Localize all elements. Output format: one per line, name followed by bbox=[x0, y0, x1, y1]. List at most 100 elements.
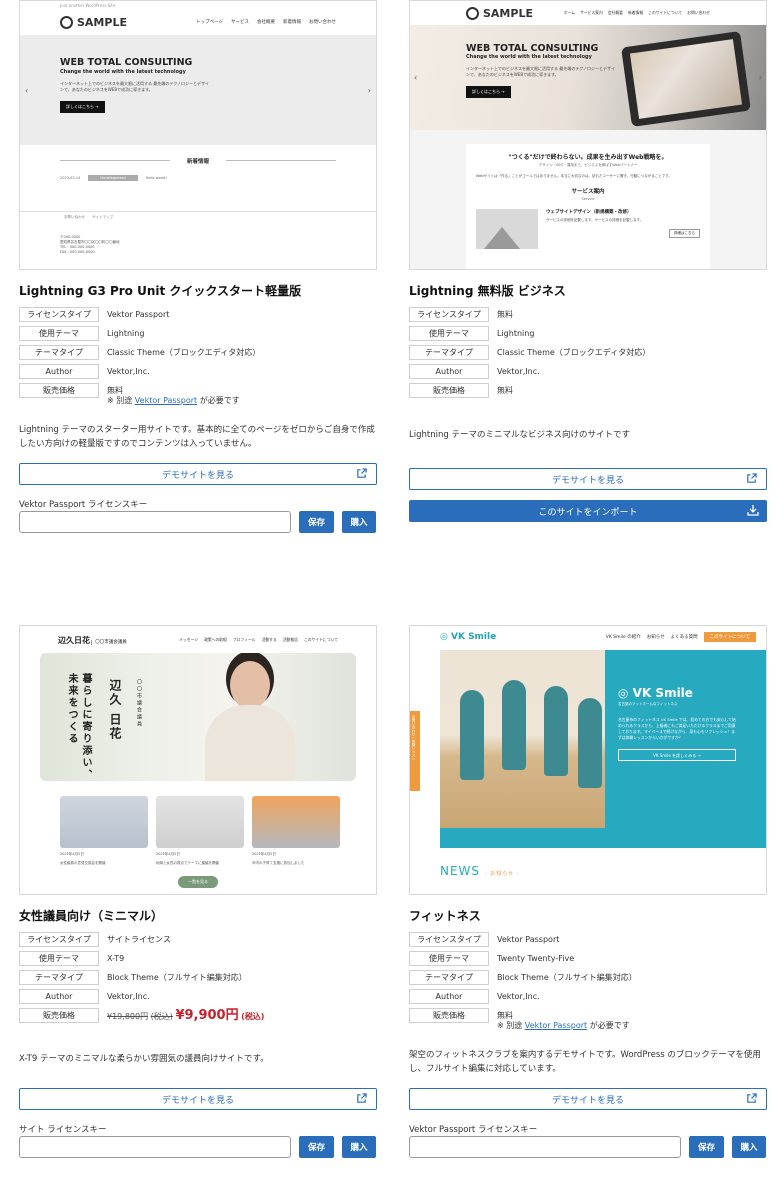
thumbnail-female-councilor[interactable]: 辺久日花 〇〇市議会議員 メッセージ 政策への取組 プロフィール 活動する 活動… bbox=[19, 625, 377, 895]
save-button[interactable]: 保存 bbox=[299, 1136, 334, 1158]
thumb-nav-item: ホーム bbox=[563, 10, 575, 15]
news-card-meta: 2025年4月2日 地域と女性の視点でテーマに建議を開催 bbox=[156, 852, 244, 866]
spec-row-license: ライセンスタイプ 無料 bbox=[409, 305, 767, 324]
yoga-class-image bbox=[440, 650, 605, 828]
thumb-news-title: 新着情報 bbox=[20, 157, 376, 165]
spec-label: ライセンスタイプ bbox=[19, 932, 99, 947]
demo-card-lightning-free: SAMPLE ホーム サービス案内 会社概要 新着情報 このサイトについて お問… bbox=[409, 0, 767, 522]
thumb-service-sub: Service bbox=[581, 197, 595, 201]
portrait-image bbox=[200, 661, 300, 781]
license-key-input[interactable] bbox=[19, 511, 291, 533]
thumb-logo-text: SAMPLE bbox=[483, 6, 533, 20]
thumb-news-date: 2023-03-14 bbox=[60, 176, 81, 180]
license-key-input[interactable] bbox=[19, 1136, 291, 1158]
license-key-label: Vektor Passport ライセンスキー bbox=[19, 500, 148, 510]
spec-value: 無料 bbox=[497, 386, 513, 395]
thumbnail-fitness[interactable]: ◎ VK Smile VK Smile の紹介 お知らせ よくある質問 このサイ… bbox=[409, 625, 767, 895]
thumb-hero: ◎ VK Smile 名古屋のアットホームなフィットネス 名古屋市のフィットネス… bbox=[440, 650, 766, 848]
vektor-passport-link[interactable]: Vektor Passport bbox=[135, 396, 197, 405]
spec-row-license: ライセンスタイプ サイトライセンス bbox=[19, 930, 377, 949]
license-key-row: 保存 購入 bbox=[19, 1136, 377, 1158]
demo-site-button[interactable]: デモサイトを見る bbox=[409, 468, 767, 490]
thumbnail-lightning-pro[interactable]: Just another WordPress Site SAMPLE トップペー… bbox=[19, 0, 377, 270]
figure-shape bbox=[578, 698, 602, 788]
logo-circle-icon bbox=[466, 6, 479, 20]
thumb-hero-title-text: VK Smile bbox=[632, 686, 693, 700]
thumb-nav-item: 活動する bbox=[261, 637, 277, 642]
sale-price: ¥9,900円 bbox=[175, 1008, 239, 1023]
thumb-paper: "つくる"だけで終わらない。成果を生み出すWeb戦略を。 デザイン・SEO・運用… bbox=[466, 144, 710, 269]
thumb-header: SAMPLE ホーム サービス案内 会社概要 新着情報 このサイトについて お問… bbox=[410, 1, 766, 25]
portrait-head bbox=[230, 661, 270, 709]
spec-table: ライセンスタイプ 無料 使用テーマ Lightning テーマタイプ Classic … bbox=[409, 305, 767, 400]
buy-button[interactable]: 購入 bbox=[342, 1136, 376, 1158]
thumb-footer-address: 〒000-0000 愛知県名古屋市〇〇区〇〇町〇〇番地 TEL : 000-00… bbox=[60, 235, 120, 254]
tablet-image bbox=[621, 31, 751, 127]
thumb-service: ウェブサイトデザイン（新規構築・改修） サービスの詳細を記載します。サービスの詳… bbox=[476, 209, 700, 249]
thumb-nav-item: お問い合わせ bbox=[309, 20, 336, 25]
thumb-side-tab: お問い合わせ / 体験レッスン bbox=[410, 711, 420, 791]
thumb-nav-item: 新着情報 bbox=[627, 10, 644, 15]
news-date: 2025年4月2日 bbox=[60, 852, 84, 856]
thumb-hero-text: インターネット上でのビジネスを最大限に活用する 最先端のテクノロジーとデザインで… bbox=[466, 66, 616, 77]
spec-label: ライセンスタイプ bbox=[409, 932, 489, 947]
import-site-button[interactable]: このサイトをインポート bbox=[409, 500, 767, 522]
spec-label: Author bbox=[19, 364, 99, 379]
old-price: ¥19,800円 bbox=[107, 1012, 149, 1021]
demo-site-grid: Just another WordPress Site SAMPLE トップペー… bbox=[0, 0, 780, 1200]
thumb-body-text: Webサイトは「作る」ことがゴールではありません。本当に大切なのは、訪れたユーザ… bbox=[476, 174, 672, 178]
license-key-row: 保存 購入 bbox=[19, 511, 377, 533]
demo-site-button[interactable]: デモサイトを見る bbox=[409, 1088, 767, 1110]
spec-label: ライセンスタイプ bbox=[409, 307, 489, 322]
demo-site-button[interactable]: デモサイトを見る bbox=[19, 1088, 377, 1110]
spec-row-theme-type: テーマタイプ Classic Theme（ブロックエディタ対応） bbox=[19, 343, 377, 362]
figure-shape bbox=[502, 680, 526, 770]
thumb-service-desc: サービスの詳細を記載します。サービスの詳細を記載します。 bbox=[546, 218, 644, 222]
sale-price-tax: (税込) bbox=[241, 1012, 265, 1021]
spec-row-theme-type: テーマタイプ Classic Theme（ブロックエディタ対応） bbox=[409, 343, 767, 362]
thumb-nav-item: サービス bbox=[231, 20, 249, 25]
note-suffix: が必要です bbox=[199, 396, 240, 405]
news-card-image bbox=[60, 796, 148, 848]
thumb-service-title: サービス案内 bbox=[571, 189, 605, 195]
license-key-label: サイト ライセンスキー bbox=[19, 1125, 107, 1135]
thumb-nav-item: サービス案内 bbox=[580, 10, 603, 15]
logo-circle-icon bbox=[60, 15, 73, 29]
save-button[interactable]: 保存 bbox=[689, 1136, 724, 1158]
news-caption: 地域と女性の視点でテーマに建議を開催 bbox=[156, 861, 219, 865]
save-button[interactable]: 保存 bbox=[299, 511, 334, 533]
buy-button[interactable]: 購入 bbox=[342, 511, 376, 533]
demo-site-button[interactable]: デモサイトを見る bbox=[19, 463, 377, 485]
spec-value: Vektor Passport bbox=[497, 935, 560, 944]
card-description: Lightning テーマのスターター用サイトです。基本的に全てのページをゼロか… bbox=[19, 425, 375, 449]
spec-row-theme: 使用テーマ X-T9 bbox=[19, 949, 377, 968]
demo-card-lightning-pro: Just another WordPress Site SAMPLE トップペー… bbox=[19, 0, 377, 533]
thumb-footer-links: お問い合わせ サイトマップ bbox=[20, 211, 376, 223]
spec-label: 販売価格 bbox=[19, 383, 99, 398]
buy-button[interactable]: 購入 bbox=[732, 1136, 766, 1158]
thumb-nav-item: 活動報告 bbox=[282, 637, 298, 642]
demo-button-label: デモサイトを見る bbox=[161, 1095, 234, 1106]
spec-row-author: Author Vektor,Inc. bbox=[19, 362, 377, 381]
thumb-hero-name: 辺久 日花 bbox=[108, 679, 122, 742]
spec-label: 使用テーマ bbox=[19, 326, 99, 341]
thumbnail-lightning-free[interactable]: SAMPLE ホーム サービス案内 会社概要 新着情報 このサイトについて お問… bbox=[409, 0, 767, 270]
news-caption: 女性議員の意見交換会を開催 bbox=[60, 861, 106, 865]
card-title: 女性議員向け（ミニマル） bbox=[19, 909, 164, 923]
figure-shape bbox=[460, 690, 484, 780]
news-card-meta: 2025年4月2日 市内の子育て支援に参加しました bbox=[252, 852, 340, 866]
spec-value: Vektor,Inc. bbox=[497, 992, 540, 1001]
thumb-nav-item: メッセージ bbox=[179, 637, 199, 642]
thumb-hero-sub: Change the world with the latest technol… bbox=[60, 69, 186, 75]
thumb-nav: メッセージ 政策への取組 プロフィール 活動する 活動報告 このサイトについて bbox=[179, 637, 338, 643]
spec-label: 使用テーマ bbox=[409, 326, 489, 341]
thumb-hero-role: 〇〇市議会議員 bbox=[136, 679, 142, 728]
thumb-nav-item: 会社概要 bbox=[607, 10, 623, 15]
demo-card-fitness: ◎ VK Smile VK Smile の紹介 お知らせ よくある質問 このサイ… bbox=[409, 625, 767, 1158]
vektor-passport-link[interactable]: Vektor Passport bbox=[525, 1021, 587, 1030]
thumb-hero-text-block: ◎ VK Smile 名古屋のアットホームなフィットネス 名古屋市のフィットネス… bbox=[618, 686, 738, 761]
license-key-input[interactable] bbox=[409, 1136, 681, 1158]
external-link-icon bbox=[357, 1093, 367, 1103]
spec-row-theme: 使用テーマ Lightning bbox=[19, 324, 377, 343]
thumb-nav-item: プロフィール bbox=[232, 637, 256, 642]
